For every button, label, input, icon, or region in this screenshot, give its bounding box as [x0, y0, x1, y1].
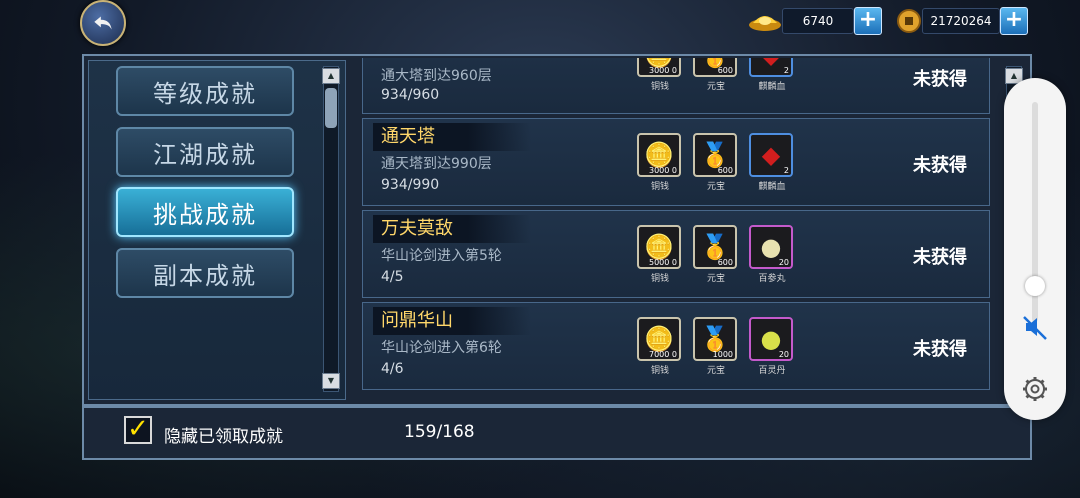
achievement-row: 通天塔 通天塔到达990层 934/990 🪙 3000 0 铜钱 🥇 600 元宝… — [362, 118, 990, 206]
gold-ingot-currency: 6740 + — [748, 7, 882, 35]
gold-ingot-icon — [748, 9, 782, 33]
achievement-title: 问鼎华山 — [373, 307, 531, 335]
achievement-description: 华山论剑进入第5轮 — [381, 248, 502, 264]
copper-coins-icon: 🪙3000 0 — [637, 133, 681, 177]
volume-mute-icon[interactable] — [1020, 312, 1050, 342]
reward-copper[interactable]: 🪙 7000 0 铜钱 — [637, 317, 683, 376]
reward-yuanbao[interactable]: 🥇 1000 元宝 — [693, 317, 739, 376]
copper-coins-icon: 🪙 7000 0 — [637, 317, 681, 361]
volume-slider-knob[interactable] — [1025, 276, 1045, 296]
copper-coins-icon: 🪙3000 0 — [637, 58, 681, 77]
reward-yuanbao[interactable]: 🥇600 元宝 — [693, 225, 739, 284]
reward-yuanbao[interactable]: 🥇600 元宝 — [693, 58, 739, 92]
category-scroll-up-button[interactable]: ▲ — [322, 68, 340, 84]
category-level[interactable]: 等级成就 — [116, 66, 294, 116]
category-jianghu[interactable]: 江湖成就 — [116, 127, 294, 177]
achievement-row: 万夫莫敌 华山论剑进入第5轮 4/5 🪙 5000 0 铜钱 🥇 600 元宝 ● 2… — [362, 210, 990, 298]
add-coins-button[interactable]: + — [1000, 7, 1028, 35]
reward-item[interactable]: ◆2 麒麟血 — [749, 133, 795, 192]
achievement-progress: 934/960 — [381, 87, 440, 103]
spirit-pill-icon: ● 20 — [749, 317, 793, 361]
gold-ingot-reward-icon: 🥇 1000 — [693, 317, 737, 361]
hide-claimed-label[interactable]: 隐藏已领取成就 — [164, 422, 283, 447]
back-arrow-icon — [94, 16, 112, 30]
achievement-progress: 4/5 — [381, 269, 404, 285]
gold-ingot-reward-icon: 🥇600 — [693, 133, 737, 177]
achievement-status: 未获得 — [913, 155, 967, 176]
gear-icon[interactable] — [1020, 374, 1050, 404]
category-challenge[interactable]: 挑战成就 — [116, 187, 294, 237]
achievement-description: 华山论剑进入第6轮 — [381, 340, 502, 356]
category-dungeon[interactable]: 副本成就 — [116, 248, 294, 298]
coin-amount: 21720264 — [922, 8, 1000, 34]
achievement-progress: 934/990 — [381, 177, 440, 193]
achievement-status: 未获得 — [913, 339, 967, 360]
category-scroll-thumb[interactable] — [325, 88, 337, 128]
qilin-blood-icon: ◆2 — [749, 133, 793, 177]
category-scroll-down-button[interactable]: ▼ — [322, 373, 340, 389]
achievement-row: 通大塔到达960层 934/960 🪙3000 0 铜钱 🥇600 元宝 ◆2 … — [362, 58, 990, 114]
reward-copper[interactable]: 🪙3000 0 铜钱 — [637, 58, 683, 92]
coin-currency: 21720264 + — [896, 7, 1028, 35]
achievement-list[interactable]: 通大塔到达960层 934/960 🪙3000 0 铜钱 🥇600 元宝 ◆2 … — [356, 58, 1004, 396]
gold-ingot-reward-icon: 🥇600 — [693, 225, 737, 269]
qilin-blood-icon: ◆2 — [749, 58, 793, 77]
achievement-progress: 4/6 — [381, 361, 404, 377]
reward-copper[interactable]: 🪙3000 0 铜钱 — [637, 133, 683, 192]
copper-coins-icon: 🪙 5000 0 — [637, 225, 681, 269]
achievement-title: 通天塔 — [373, 123, 531, 151]
achievement-status: 未获得 — [913, 247, 967, 268]
gold-ingot-reward-icon: 🥇600 — [693, 58, 737, 77]
achievement-row: 问鼎华山 华山论剑进入第6轮 4/6 🪙 7000 0 铜钱 🥇 1000 元宝 ●… — [362, 302, 990, 390]
achievement-count: 159/168 — [404, 422, 475, 442]
reward-item[interactable]: ● 20 百灵丹 — [749, 317, 795, 376]
achievement-title: 万夫莫敌 — [373, 215, 531, 243]
copper-coin-icon — [896, 8, 922, 34]
add-gold-ingot-button[interactable]: + — [854, 7, 882, 35]
achievement-status: 未获得 — [913, 69, 967, 90]
achievement-description: 通天塔到达990层 — [381, 156, 492, 172]
hide-claimed-checkbox[interactable]: ✓ — [124, 416, 152, 444]
back-button[interactable] — [80, 0, 126, 46]
reward-item[interactable]: ◆2 麒麟血 — [749, 58, 795, 92]
achievement-description: 通大塔到达960层 — [381, 68, 492, 84]
reward-item[interactable]: ● 20 百参丸 — [749, 225, 795, 284]
gold-ingot-amount: 6740 — [782, 8, 854, 34]
reward-copper[interactable]: 🪙 5000 0 铜钱 — [637, 225, 683, 284]
ginseng-pill-icon: ● 20 — [749, 225, 793, 269]
reward-yuanbao[interactable]: 🥇600 元宝 — [693, 133, 739, 192]
